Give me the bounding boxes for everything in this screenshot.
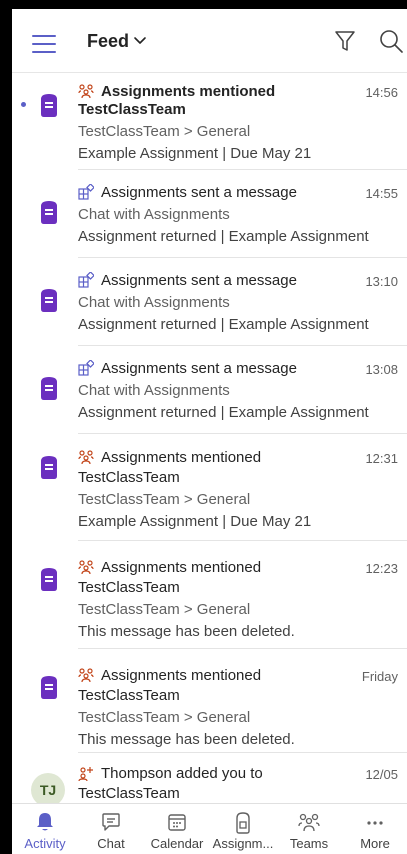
feed-item-subtitle: TestClassTeam > General xyxy=(78,491,251,508)
feed-item-body: This message has been deleted. xyxy=(78,623,295,640)
chat-icon xyxy=(102,813,120,831)
feed-item-subtitle: Chat with Assignments xyxy=(78,206,230,223)
search-icon[interactable] xyxy=(379,29,403,53)
activity-feed-list[interactable]: Assignments mentioned TestClassTeam Test… xyxy=(12,73,407,803)
feed-item-title: Assignments mentioned xyxy=(101,449,262,466)
assignments-app-icon xyxy=(41,289,57,312)
feed-item[interactable]: Assignments sent a message Chat with Ass… xyxy=(12,170,407,258)
feed-item-body: Example Assignment | Due May 21 xyxy=(78,513,312,530)
mention-icon xyxy=(78,668,94,683)
feed-item-subtitle: TestClassTeam > General xyxy=(78,123,251,140)
feed-item-time: 12:23 xyxy=(365,561,398,576)
chevron-down-icon[interactable] xyxy=(133,36,147,46)
assignments-app-icon xyxy=(41,456,57,479)
feed-item[interactable]: TJ Thompson added you to TestClassTeam 1… xyxy=(12,753,407,803)
assignments-app-icon xyxy=(41,568,57,591)
feed-item-body: Assignment returned | Example Assignment xyxy=(78,228,369,245)
feed-item-title-cont: TestClassTeam xyxy=(78,785,180,802)
mention-icon xyxy=(78,560,94,575)
feed-item-body: Assignment returned | Example Assignment xyxy=(78,316,369,333)
feed-item-time: 13:08 xyxy=(365,362,398,377)
feed-item-time: Friday xyxy=(361,669,398,684)
app-frame: Feed Assignments mentioned TestClassTeam… xyxy=(12,9,407,854)
feed-item-subtitle: TestClassTeam > General xyxy=(78,601,251,618)
app-message-icon xyxy=(78,272,94,288)
feed-item-subtitle: Chat with Assignments xyxy=(78,294,230,311)
nav-label: Activity xyxy=(24,836,66,851)
feed-item-time: 12/05 xyxy=(365,767,398,782)
feed-item-title: Assignments mentioned xyxy=(101,559,262,576)
feed-item[interactable]: Assignments sent a message Chat with Ass… xyxy=(12,346,407,434)
feed-title[interactable]: Feed xyxy=(87,31,129,52)
feed-item[interactable]: Assignments mentioned TestClassTeam Test… xyxy=(12,73,407,170)
teams-icon xyxy=(298,813,320,832)
feed-item-body: Example Assignment | Due May 21 xyxy=(78,145,312,162)
feed-item-title-cont: TestClassTeam xyxy=(78,469,180,486)
hamburger-menu-icon[interactable] xyxy=(32,35,56,53)
bottom-navigation: Activity Chat Calendar Assignm... Teams … xyxy=(12,803,407,854)
feed-item-body: This message has been deleted. xyxy=(78,731,295,748)
feed-item-title-cont: TestClassTeam xyxy=(78,579,180,596)
nav-label: Chat xyxy=(97,836,125,851)
avatar: TJ xyxy=(31,773,65,803)
feed-item-title: Assignments sent a message xyxy=(101,184,297,201)
feed-item-subtitle: TestClassTeam > General xyxy=(78,709,251,726)
nav-label: Calendar xyxy=(150,836,204,851)
feed-item-title: Assignments sent a message xyxy=(101,360,297,377)
calendar-icon xyxy=(168,814,186,831)
feed-item[interactable]: Assignments mentioned TestClassTeam Test… xyxy=(12,541,407,649)
nav-activity[interactable]: Activity xyxy=(12,804,78,854)
feed-item-time: 14:55 xyxy=(365,186,398,201)
more-icon xyxy=(367,821,383,825)
top-bar: Feed xyxy=(12,9,407,73)
nav-chat[interactable]: Chat xyxy=(78,804,144,854)
nav-teams[interactable]: Teams xyxy=(276,804,342,854)
app-message-icon xyxy=(78,184,94,200)
nav-label: Assignm... xyxy=(212,836,274,851)
assignments-app-icon xyxy=(41,676,57,699)
mention-icon xyxy=(78,450,94,465)
assignments-app-icon xyxy=(41,94,57,117)
feed-item[interactable]: Assignments sent a message Chat with Ass… xyxy=(12,258,407,346)
assignments-app-icon xyxy=(41,201,57,224)
feed-item-time: 13:10 xyxy=(365,274,398,289)
feed-item[interactable]: Assignments mentioned TestClassTeam Test… xyxy=(12,649,407,753)
feed-item-time: 14:56 xyxy=(365,85,398,100)
assignments-app-icon xyxy=(41,377,57,400)
nav-calendar[interactable]: Calendar xyxy=(144,804,210,854)
feed-item-title: Assignments sent a message xyxy=(101,272,297,289)
feed-item-title-cont: TestClassTeam xyxy=(78,101,186,118)
feed-item-title: Assignments mentioned xyxy=(101,667,262,684)
feed-item-title: Thompson added you to xyxy=(101,765,263,782)
feed-item-time: 12:31 xyxy=(365,451,398,466)
filter-icon[interactable] xyxy=(334,29,356,53)
app-message-icon xyxy=(78,360,94,376)
feed-item-title: Assignments mentioned xyxy=(101,83,276,100)
nav-more[interactable]: More xyxy=(342,804,407,854)
nav-assignments[interactable]: Assignm... xyxy=(210,804,276,854)
unread-indicator xyxy=(21,102,26,107)
feed-item-subtitle: Chat with Assignments xyxy=(78,382,230,399)
feed-item-body: Assignment returned | Example Assignment xyxy=(78,404,369,421)
feed-item[interactable]: Assignments mentioned TestClassTeam Test… xyxy=(12,434,407,541)
nav-label: More xyxy=(360,836,390,851)
mention-icon xyxy=(78,84,94,99)
team-add-icon xyxy=(78,767,93,782)
bell-icon xyxy=(37,813,53,831)
feed-item-title-cont: TestClassTeam xyxy=(78,687,180,704)
nav-label: Teams xyxy=(289,836,329,851)
assignments-icon xyxy=(236,812,250,834)
